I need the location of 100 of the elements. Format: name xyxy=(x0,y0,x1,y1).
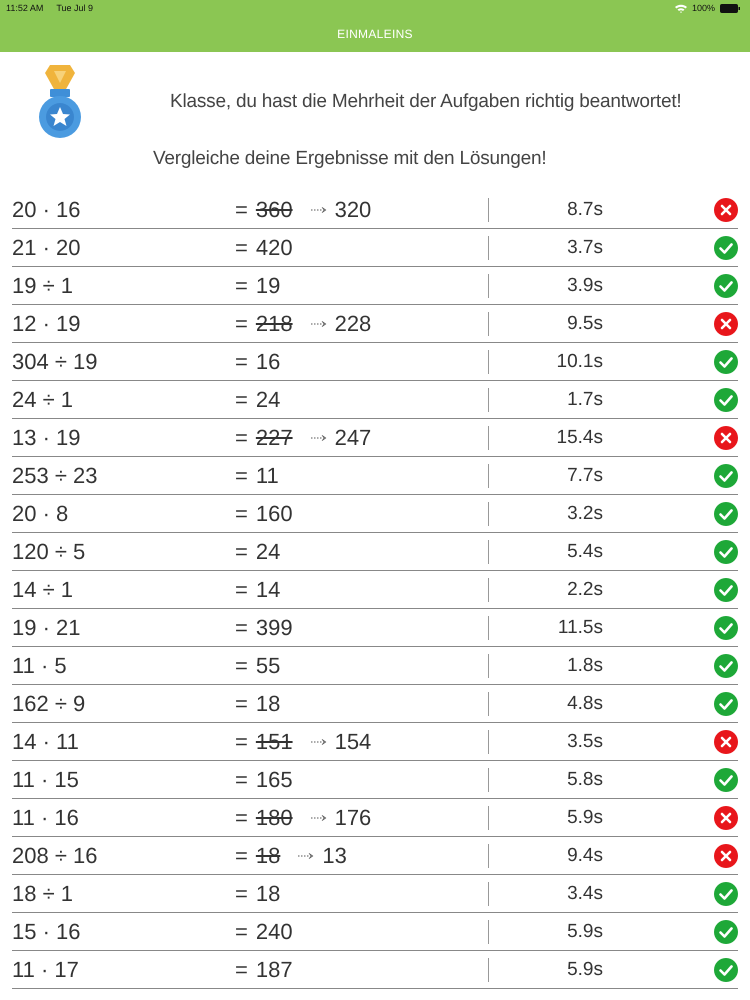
result-message: Klasse, du hast die Mehrheit der Aufgaben richtig beantwortet! xyxy=(170,91,682,113)
equals-sign: = xyxy=(235,652,248,678)
arrow-icon xyxy=(310,738,327,746)
time-text: 5.9s xyxy=(566,920,603,942)
given-answer: 18 xyxy=(256,842,280,868)
time-text: 3.2s xyxy=(566,502,603,524)
time-text: 8.7s xyxy=(566,198,603,220)
equals-sign: = xyxy=(235,918,248,944)
equals-sign: = xyxy=(235,538,248,564)
time-text: 3.7s xyxy=(566,236,603,258)
given-answer: 55 xyxy=(256,652,280,678)
given-answer: 18 xyxy=(256,690,280,716)
equals-sign: = xyxy=(235,956,248,982)
given-answer: 14 xyxy=(256,576,280,602)
given-answer: 360 xyxy=(256,196,293,222)
correct-answer: 320 xyxy=(334,196,372,222)
equals-sign: = xyxy=(235,576,248,602)
equals-sign: = xyxy=(235,728,248,754)
time-text: 3.9s xyxy=(566,274,603,296)
wifi-icon xyxy=(674,4,687,12)
equals-sign: = xyxy=(235,804,248,830)
arrow-icon xyxy=(310,814,327,822)
time-text: 3.5s xyxy=(566,730,603,752)
task-text: 208 ÷ 16 xyxy=(12,842,98,868)
time-text: 1.8s xyxy=(566,654,603,676)
equals-sign: = xyxy=(235,386,248,412)
correct-answer: 13 xyxy=(322,842,347,868)
medal-icon xyxy=(37,65,83,139)
correct-answer: 154 xyxy=(334,728,372,754)
given-answer: 399 xyxy=(256,614,293,640)
correct-answer: 228 xyxy=(334,310,372,336)
task-text: 11 · 15 xyxy=(12,766,80,792)
given-answer: 24 xyxy=(256,386,280,412)
arrow-icon xyxy=(310,206,327,214)
equals-sign: = xyxy=(235,196,248,222)
task-text: 21 · 20 xyxy=(12,234,82,260)
task-text: 11 · 16 xyxy=(12,804,80,830)
given-answer: 19 xyxy=(256,272,280,298)
equals-sign: = xyxy=(235,842,248,868)
arrow-icon xyxy=(310,434,327,442)
equals-sign: = xyxy=(235,614,248,640)
time-text: 11.5s xyxy=(556,616,603,638)
task-text: 304 ÷ 19 xyxy=(12,348,98,374)
time-text: 5.9s xyxy=(566,806,603,828)
equals-sign: = xyxy=(235,424,248,450)
equals-sign: = xyxy=(235,348,248,374)
time-text: 5.4s xyxy=(566,540,603,562)
correct-answer: 176 xyxy=(334,804,372,830)
equals-sign: = xyxy=(235,690,248,716)
task-text: 162 ÷ 9 xyxy=(12,690,86,716)
correct-answer: 247 xyxy=(334,424,372,450)
status-time: 11:52 AM xyxy=(6,3,44,13)
given-answer: 240 xyxy=(256,918,293,944)
arrow-icon xyxy=(298,852,314,860)
given-answer: 160 xyxy=(256,500,293,526)
equals-sign: = xyxy=(235,880,248,906)
time-text: 5.9s xyxy=(566,958,603,980)
task-text: 20 · 8 xyxy=(12,500,70,526)
time-text: 15.4s xyxy=(556,426,603,448)
task-text: 18 ÷ 1 xyxy=(12,880,74,906)
battery-percent: 100% xyxy=(692,3,715,13)
task-text: 120 ÷ 5 xyxy=(12,538,86,564)
equals-sign: = xyxy=(235,462,248,488)
given-answer: 24 xyxy=(256,538,280,564)
time-text: 10.1s xyxy=(556,350,603,372)
task-text: 14 · 11 xyxy=(12,728,80,754)
given-answer: 218 xyxy=(256,310,293,336)
nav-title: EINMALEINS xyxy=(337,27,413,41)
time-text: 2.2s xyxy=(566,578,603,600)
instruction-text: Vergleiche deine Ergebnisse mit den Lösungen! xyxy=(152,148,548,171)
time-text: 7.7s xyxy=(566,464,603,486)
battery-icon xyxy=(720,4,740,12)
given-answer: 187 xyxy=(256,956,293,982)
time-text: 1.7s xyxy=(566,388,603,410)
task-text: 19 · 21 xyxy=(12,614,82,640)
task-text: 14 ÷ 1 xyxy=(12,576,74,602)
task-text: 11 · 5 xyxy=(12,652,68,678)
time-text: 9.4s xyxy=(566,844,603,866)
equals-sign: = xyxy=(235,272,248,298)
time-text: 3.4s xyxy=(566,882,603,904)
given-answer: 420 xyxy=(256,234,293,260)
task-text: 11 · 17 xyxy=(12,956,80,982)
task-text: 12 · 19 xyxy=(12,310,82,336)
time-text: 4.8s xyxy=(566,692,603,714)
task-text: 19 ÷ 1 xyxy=(12,272,74,298)
task-text: 253 ÷ 23 xyxy=(12,462,98,488)
task-text: 15 · 16 xyxy=(12,918,82,944)
equals-sign: = xyxy=(235,766,248,792)
given-answer: 11 xyxy=(256,462,279,488)
given-answer: 227 xyxy=(256,424,293,450)
status-date: Tue Jul 9 xyxy=(56,3,94,13)
given-answer: 180 xyxy=(256,804,293,830)
equals-sign: = xyxy=(235,500,248,526)
given-answer: 151 xyxy=(256,728,293,754)
arrow-icon xyxy=(310,320,327,328)
given-answer: 18 xyxy=(256,880,280,906)
equals-sign: = xyxy=(235,234,248,260)
given-answer: 16 xyxy=(256,348,280,374)
time-text: 5.8s xyxy=(566,768,603,790)
task-text: 20 · 16 xyxy=(12,196,82,222)
